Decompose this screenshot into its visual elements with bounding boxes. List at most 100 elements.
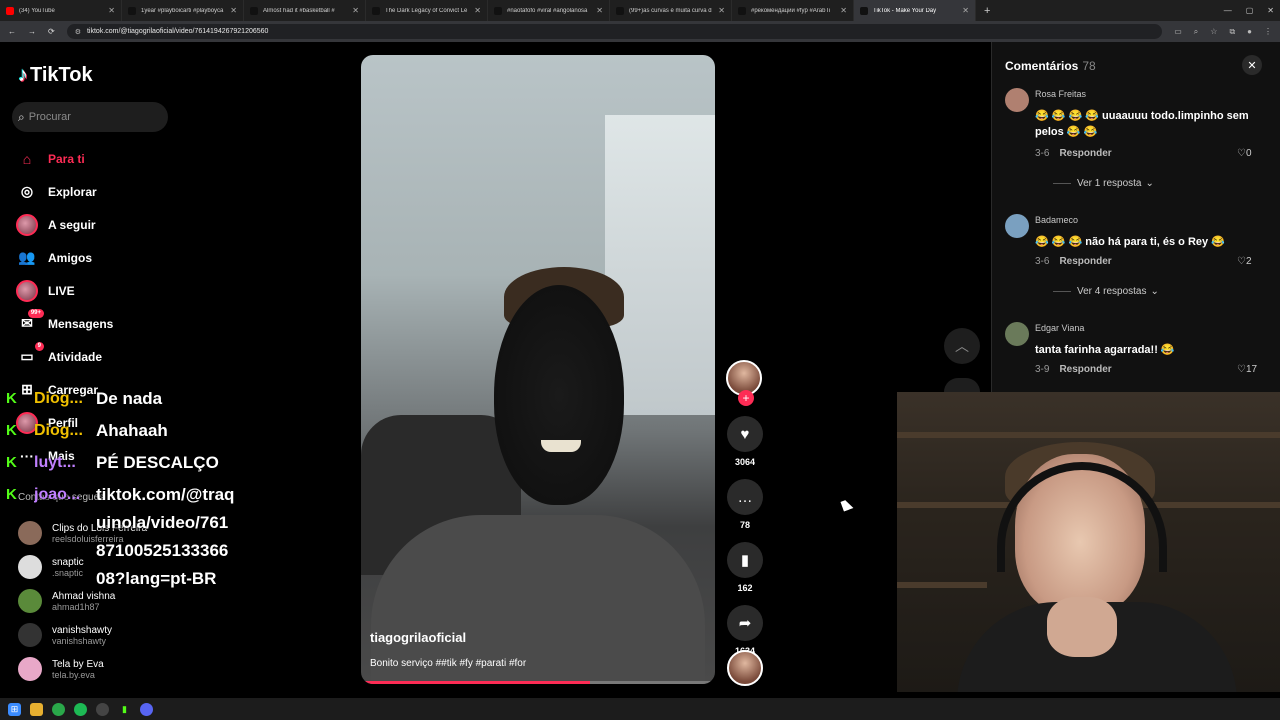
stats-icon[interactable]: ▮ xyxy=(118,702,131,716)
browser-tab[interactable]: The Dark Legacy of Convict Le ✕ xyxy=(366,0,488,21)
chrome-icon[interactable] xyxy=(52,702,65,716)
search-placeholder: Procurar xyxy=(28,111,71,123)
search-input[interactable]: ⌕ Procurar xyxy=(12,102,168,132)
sidebar-item-label: Para ti xyxy=(48,151,85,166)
sidebar-item-explorar[interactable]: ◎ Explorar xyxy=(16,175,113,208)
close-tab-icon[interactable]: ✕ xyxy=(352,6,359,15)
windows-taskbar: ⊞ ▮ xyxy=(0,698,1280,720)
windows-start-icon[interactable]: ⊞ xyxy=(8,702,21,716)
sidebar-item-amigos[interactable]: 👥 Amigos xyxy=(16,241,113,274)
comment-count: 78 xyxy=(739,520,750,530)
menu-icon[interactable]: ⋮ xyxy=(1264,27,1272,37)
messages-icon: ✉ 99+ xyxy=(16,308,44,335)
browser-tab[interactable]: Almost had it #basketball # ✕ xyxy=(244,0,366,21)
account-name: vanishshawty xyxy=(52,624,113,636)
view-replies-label: Ver 1 resposta xyxy=(1077,178,1142,189)
site-info-icon[interactable]: ⚙ xyxy=(75,28,81,36)
tiktok-logo[interactable]: ♪ TikTok xyxy=(18,64,93,87)
account-avatar xyxy=(18,657,42,681)
comment-like-button[interactable]: ♡17 xyxy=(1237,364,1257,375)
commenter-name[interactable]: Badameco xyxy=(1035,215,1078,225)
comment-date: 3-6 xyxy=(1035,148,1050,159)
bookmark-star-icon[interactable]: ☆ xyxy=(1210,27,1217,37)
following-account[interactable]: vanishshawty vanishshawty xyxy=(18,618,147,652)
view-replies-button[interactable]: Ver 4 respostas ⌄ xyxy=(1053,286,1159,297)
sidebar-item-mensagens[interactable]: ✉ 99+ Mensagens xyxy=(16,307,113,340)
back-icon[interactable]: ← xyxy=(8,27,16,36)
comment-like-button[interactable]: ♡0 xyxy=(1237,148,1252,159)
reply-button[interactable]: Responder xyxy=(1059,256,1111,267)
new-tab-button[interactable]: + xyxy=(976,5,998,17)
close-tab-icon[interactable]: ✕ xyxy=(962,6,969,15)
reply-button[interactable]: Responder xyxy=(1059,148,1111,159)
share-button[interactable]: ➦ xyxy=(727,605,763,641)
tab-favicon-icon xyxy=(860,6,868,15)
browser-tab[interactable]: TikTok - Make Your Day ✕ xyxy=(854,0,976,21)
extensions-icon[interactable]: ⧉ xyxy=(1229,27,1235,37)
heart-icon: ♥ xyxy=(740,425,750,443)
previous-video-button[interactable]: ︿ xyxy=(944,328,980,364)
file-explorer-icon[interactable] xyxy=(30,702,43,716)
forward-icon[interactable]: → xyxy=(28,27,36,36)
close-tab-icon[interactable]: ✕ xyxy=(596,6,603,15)
close-tab-icon[interactable]: ✕ xyxy=(230,6,237,15)
commenter-avatar[interactable] xyxy=(1005,214,1029,238)
kick-badge-icon: K xyxy=(6,390,17,407)
next-video-button[interactable] xyxy=(944,378,980,392)
reply-button[interactable]: Responder xyxy=(1059,364,1111,375)
close-tab-icon[interactable]: ✕ xyxy=(840,6,847,15)
creator-avatar[interactable]: + xyxy=(726,360,762,406)
like-button[interactable]: ♥ xyxy=(727,416,763,452)
sidebar-item-live[interactable]: LIVE xyxy=(16,274,113,307)
spotify-icon[interactable] xyxy=(74,702,87,716)
cast-icon[interactable]: ▭ xyxy=(1174,27,1182,37)
following-avatar-icon-image xyxy=(16,213,38,236)
discord-icon[interactable] xyxy=(140,702,153,716)
commenter-avatar[interactable] xyxy=(1005,322,1029,346)
comment-button[interactable]: … xyxy=(727,479,763,515)
video-author[interactable]: tiagogrilaoficial xyxy=(370,630,466,645)
comment-like-count: 2 xyxy=(1245,256,1252,267)
close-tab-icon[interactable]: ✕ xyxy=(474,6,481,15)
chat-text: De nada xyxy=(96,389,163,408)
following-account[interactable]: Tela by Eva tela.by.eva xyxy=(18,652,147,686)
browser-tab[interactable]: (34) YouTube ✕ xyxy=(0,0,122,21)
kick-badge-icon: K xyxy=(6,422,17,439)
maximize-icon[interactable]: ▢ xyxy=(1246,6,1254,15)
browser-tab[interactable]: 1year #playboicarti #playboyca ✕ xyxy=(122,0,244,21)
video-smile xyxy=(541,440,581,452)
comment-like-button[interactable]: ♡2 xyxy=(1237,256,1252,267)
activity-icon: ▭ 9 xyxy=(16,341,44,368)
browser-tab[interactable]: #naotafofo #viral #angolanosa ✕ xyxy=(488,0,610,21)
music-disc-avatar[interactable] xyxy=(727,650,763,686)
minimize-icon[interactable]: — xyxy=(1224,6,1232,15)
video-progress-bar[interactable] xyxy=(365,681,711,684)
sidebar-item-para-ti[interactable]: ⌂ Para ti xyxy=(16,142,113,175)
view-replies-button[interactable]: Ver 1 resposta ⌄ xyxy=(1053,178,1154,189)
close-comments-button[interactable]: ✕ xyxy=(1242,55,1262,75)
browser-tab[interactable]: #рекомендации #fyp #ArabTi ✕ xyxy=(732,0,854,21)
zoom-icon[interactable]: ⌕ xyxy=(1194,27,1198,37)
close-window-icon[interactable]: ✕ xyxy=(1267,6,1274,15)
compass-icon: ◎ xyxy=(20,183,34,199)
sidebar-item-atividade[interactable]: ▭ 9 Atividade xyxy=(16,340,113,373)
save-button[interactable]: ▮ xyxy=(727,542,763,578)
logo-text: TikTok xyxy=(30,64,93,86)
address-bar[interactable]: ⚙ tiktok.com/@tiagogrilaoficial/video/76… xyxy=(66,24,1163,39)
reload-icon[interactable]: ⟳ xyxy=(48,27,55,36)
commenter-name[interactable]: Rosa Freitas xyxy=(1035,89,1086,99)
follow-plus-icon[interactable]: + xyxy=(738,390,754,406)
tab-favicon-icon xyxy=(494,6,502,15)
close-tab-icon[interactable]: ✕ xyxy=(718,6,725,15)
obs-icon[interactable] xyxy=(96,702,109,716)
sidebar-item-a-seguir[interactable]: A seguir xyxy=(16,208,113,241)
browser-tab[interactable]: (99+)as curvas é muita curva d ✕ xyxy=(610,0,732,21)
video-player[interactable]: tiagogrilaoficial Bonito serviço ##tik #… xyxy=(361,55,715,684)
commenter-avatar[interactable] xyxy=(1005,88,1029,112)
notification-badge: 9 xyxy=(34,341,44,351)
profile-icon[interactable]: ● xyxy=(1247,27,1252,37)
account-handle: vanishshawty xyxy=(52,635,107,646)
close-tab-icon[interactable]: ✕ xyxy=(108,6,115,15)
commenter-name[interactable]: Edgar Viana xyxy=(1035,323,1084,333)
sidebar-item-label: LIVE xyxy=(48,283,75,298)
